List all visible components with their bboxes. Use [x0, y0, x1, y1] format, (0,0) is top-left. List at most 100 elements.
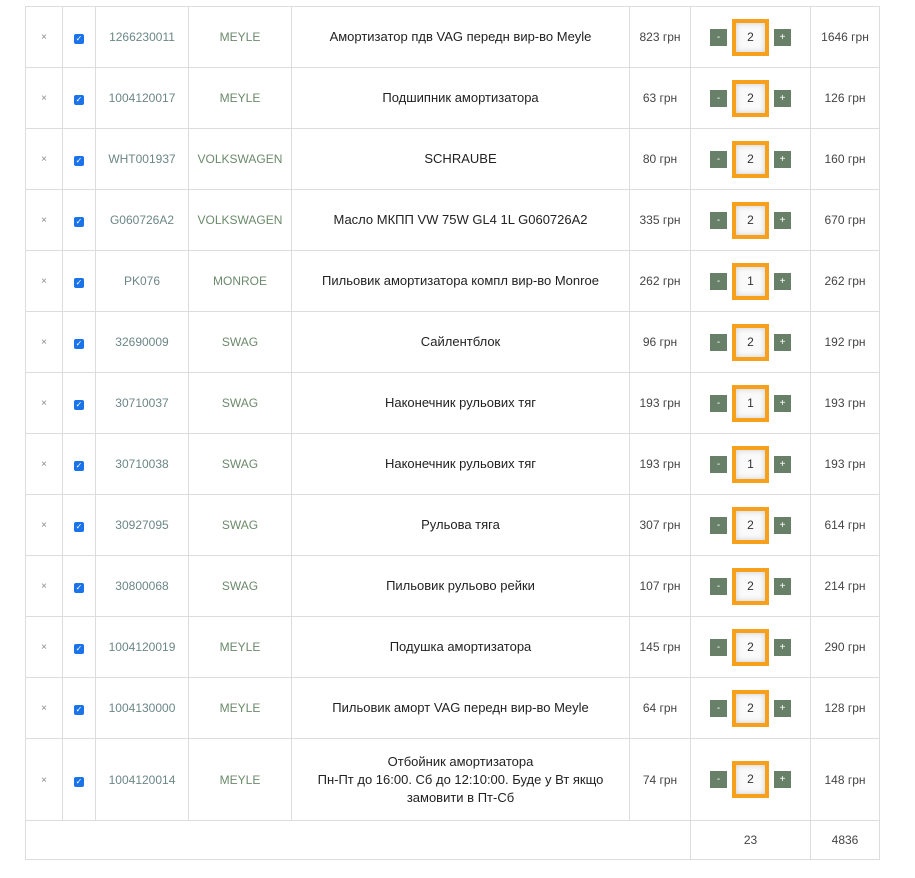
- remove-icon[interactable]: ×: [41, 337, 47, 348]
- table-row: × ✓ 30927095 SWAG Рульова тяга 307 грн -…: [25, 494, 880, 556]
- increase-button[interactable]: +: [774, 638, 791, 656]
- price: 145 грн: [629, 616, 691, 678]
- select-checkbox[interactable]: ✓: [74, 217, 84, 227]
- increase-button[interactable]: +: [774, 699, 791, 717]
- increase-button[interactable]: +: [774, 516, 791, 534]
- decrease-button[interactable]: -: [710, 455, 727, 473]
- select-checkbox[interactable]: ✓: [74, 776, 84, 787]
- select-checkbox[interactable]: ✓: [74, 156, 84, 166]
- remove-icon[interactable]: ×: [41, 520, 47, 531]
- increase-button[interactable]: +: [774, 394, 791, 412]
- remove-icon[interactable]: ×: [41, 32, 47, 43]
- product-name: Наконечник рульових тяг: [291, 372, 630, 434]
- select-checkbox[interactable]: ✓: [74, 34, 84, 44]
- table-row: × ✓ 1004120019 MEYLE Подушка амортизатор…: [25, 616, 880, 678]
- part-code: 1004120019: [95, 616, 189, 678]
- quantity-stepper: -2 +: [697, 761, 804, 798]
- product-name: Пильовик аморт VAG передн вир-во Meyle: [291, 677, 630, 739]
- part-code: 30800068: [95, 555, 189, 617]
- line-total: 148 грн: [810, 738, 880, 821]
- select-checkbox[interactable]: ✓: [74, 644, 84, 654]
- brand: MEYLE: [188, 616, 292, 678]
- remove-icon[interactable]: ×: [41, 703, 47, 714]
- product-title: Наконечник рульових тяг: [384, 395, 537, 410]
- price: 823 грн: [629, 6, 691, 68]
- remove-icon[interactable]: ×: [41, 276, 47, 287]
- quantity-input[interactable]: 2: [732, 761, 769, 798]
- decrease-button[interactable]: -: [710, 333, 727, 351]
- part-code: 1004130000: [95, 677, 189, 739]
- quantity-stepper: -2 +: [697, 79, 804, 117]
- remove-icon[interactable]: ×: [41, 459, 47, 470]
- select-checkbox[interactable]: ✓: [74, 400, 84, 410]
- quantity-input[interactable]: 2: [732, 140, 769, 178]
- select-checkbox[interactable]: ✓: [74, 583, 84, 593]
- increase-button[interactable]: +: [774, 577, 791, 595]
- decrease-button[interactable]: -: [710, 577, 727, 595]
- quantity-stepper: -2 +: [697, 506, 804, 544]
- increase-button[interactable]: +: [774, 771, 791, 788]
- quantity-input[interactable]: 2: [732, 567, 769, 605]
- remove-icon[interactable]: ×: [41, 215, 47, 226]
- increase-button[interactable]: +: [774, 333, 791, 351]
- part-code: 1266230011: [95, 6, 189, 68]
- product-name: Подушка амортизатора: [291, 616, 630, 678]
- quantity-input[interactable]: 2: [732, 689, 769, 727]
- table-row: × ✓ 32690009 SWAG Сайлентблок 96 грн -2 +…: [25, 311, 880, 373]
- brand: MEYLE: [188, 67, 292, 129]
- product-title: Пильовик аморт VAG передн вир-во Meyle: [332, 700, 589, 715]
- quantity-input[interactable]: 2: [732, 628, 769, 666]
- select-checkbox[interactable]: ✓: [74, 522, 84, 532]
- quantity-stepper: -2 +: [697, 201, 804, 239]
- quantity-input[interactable]: 2: [732, 323, 769, 361]
- select-checkbox[interactable]: ✓: [74, 339, 84, 349]
- remove-icon[interactable]: ×: [41, 775, 47, 786]
- decrease-button[interactable]: -: [710, 638, 727, 656]
- decrease-button[interactable]: -: [710, 516, 727, 534]
- remove-icon[interactable]: ×: [41, 581, 47, 592]
- increase-button[interactable]: +: [774, 28, 791, 46]
- brand: SWAG: [188, 433, 292, 495]
- increase-button[interactable]: +: [774, 211, 791, 229]
- quantity-input[interactable]: 1: [732, 445, 769, 483]
- remove-icon[interactable]: ×: [41, 642, 47, 653]
- increase-button[interactable]: +: [774, 272, 791, 290]
- table-row: × ✓ 30710037 SWAG Наконечник рульових тя…: [25, 372, 880, 434]
- product-title: Пильовик рульово рейки: [386, 578, 535, 593]
- select-checkbox[interactable]: ✓: [74, 278, 84, 288]
- price: 63 грн: [629, 67, 691, 129]
- increase-button[interactable]: +: [774, 150, 791, 168]
- product-name: Рульова тяга: [291, 494, 630, 556]
- decrease-button[interactable]: -: [710, 771, 727, 788]
- quantity-input[interactable]: 2: [732, 79, 769, 117]
- price: 335 грн: [629, 189, 691, 251]
- totals-row: 23 4836: [25, 820, 880, 860]
- increase-button[interactable]: +: [774, 89, 791, 107]
- remove-icon[interactable]: ×: [41, 93, 47, 104]
- decrease-button[interactable]: -: [710, 699, 727, 717]
- quantity-input[interactable]: 2: [732, 201, 769, 239]
- select-checkbox[interactable]: ✓: [74, 95, 84, 105]
- decrease-button[interactable]: -: [710, 272, 727, 290]
- select-checkbox[interactable]: ✓: [74, 705, 84, 715]
- product-title: Наконечник рульових тяг: [384, 456, 537, 471]
- line-total: 262 грн: [810, 250, 880, 312]
- product-name: Отбойник амортизатора Пн-Пт до 16:00. Сб …: [291, 738, 630, 821]
- decrease-button[interactable]: -: [710, 211, 727, 229]
- price: 74 грн: [629, 738, 691, 821]
- decrease-button[interactable]: -: [710, 28, 727, 46]
- decrease-button[interactable]: -: [710, 89, 727, 107]
- increase-button[interactable]: +: [774, 455, 791, 473]
- remove-icon[interactable]: ×: [41, 398, 47, 409]
- quantity-input[interactable]: 1: [732, 262, 769, 300]
- quantity-input[interactable]: 2: [732, 506, 769, 544]
- part-code: 1004120017: [95, 67, 189, 129]
- brand: SWAG: [188, 555, 292, 617]
- decrease-button[interactable]: -: [710, 150, 727, 168]
- quantity-input[interactable]: 2: [732, 18, 769, 56]
- select-checkbox[interactable]: ✓: [74, 461, 84, 471]
- quantity-input[interactable]: 1: [732, 384, 769, 422]
- quantity-stepper: -2 +: [697, 140, 804, 178]
- decrease-button[interactable]: -: [710, 394, 727, 412]
- remove-icon[interactable]: ×: [41, 154, 47, 165]
